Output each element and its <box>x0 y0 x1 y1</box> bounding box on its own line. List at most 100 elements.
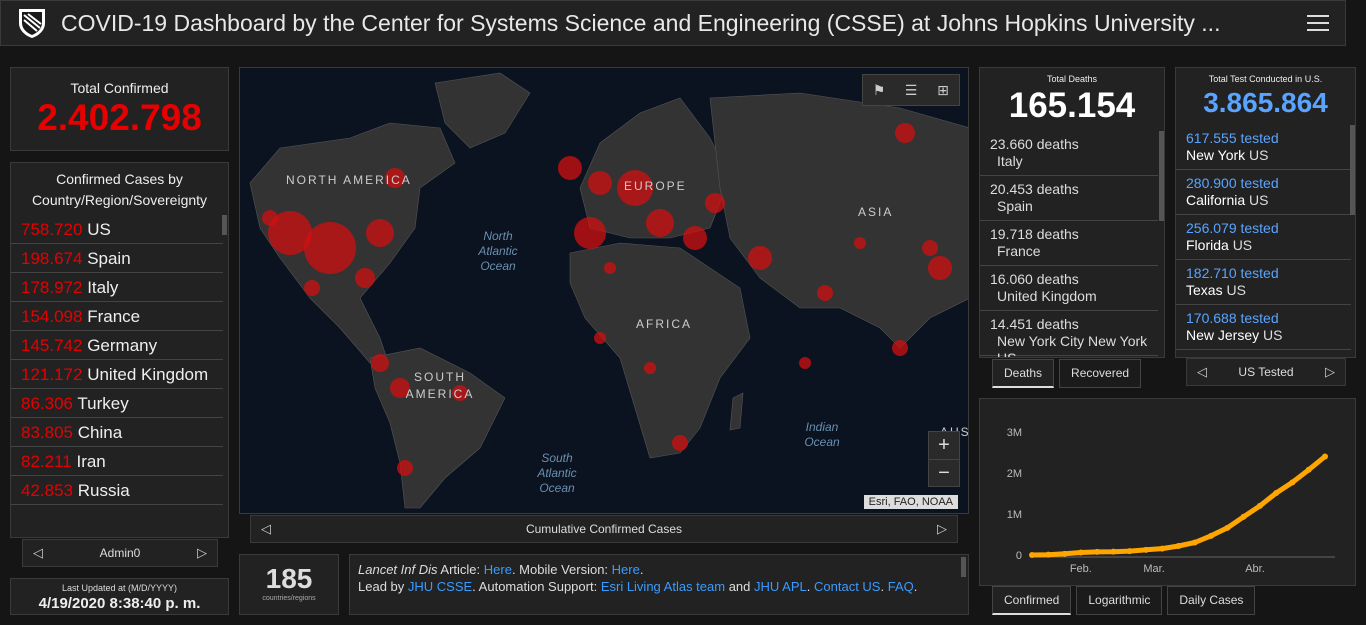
case-bubble <box>922 240 938 256</box>
label-north-atlantic-ocean: North Atlantic Ocean <box>478 229 518 273</box>
data-point <box>1126 548 1133 555</box>
bookmark-icon[interactable]: ⚑ <box>863 75 895 105</box>
death-location: France <box>997 243 1041 259</box>
legend-list-icon[interactable]: ☰ <box>895 75 927 105</box>
tests-list-item[interactable]: 280.900 tested California US <box>1176 170 1351 215</box>
death-count: 14.451 deaths <box>990 316 1079 332</box>
tested-country: US <box>1232 237 1253 253</box>
last-updated-value: 4/19/2020 8:38:40 p. m. <box>38 595 201 612</box>
zoom-out-button[interactable]: − <box>929 459 959 486</box>
tab-deaths[interactable]: Deaths <box>992 359 1055 388</box>
country-count-panel: 185 countries/regions <box>239 554 339 615</box>
country-list-item[interactable]: 145.742 Germany <box>11 331 223 360</box>
case-bubble <box>646 209 674 237</box>
country-list-item[interactable]: 83.805 China <box>11 418 223 447</box>
death-count: 20.453 deaths <box>990 181 1079 197</box>
tested-country: US <box>1263 327 1283 343</box>
series-line <box>1029 454 1328 558</box>
tested-count: 182.710 tested <box>1186 265 1279 281</box>
country-cases: 121.172 <box>21 365 83 384</box>
map-pager-prev-icon[interactable]: ◁ <box>251 521 281 537</box>
case-bubble <box>304 222 356 274</box>
country-list-item[interactable]: 82.211 Iran <box>11 447 223 476</box>
tested-count: 170.688 tested <box>1186 310 1279 326</box>
deaths-list-item[interactable]: 23.660 deaths Italy <box>980 131 1158 176</box>
tests-pager-next-icon[interactable]: ▷ <box>1315 364 1345 380</box>
tested-state: New York <box>1186 147 1246 163</box>
info-scrollbar[interactable] <box>961 557 966 577</box>
country-count-label: countries/regions <box>262 595 316 602</box>
contact-link[interactable]: Contact US <box>814 579 880 594</box>
country-list-item[interactable]: 758.720 US <box>11 215 223 244</box>
death-location: Spain <box>997 198 1033 214</box>
pager-prev-icon[interactable]: ◁ <box>23 545 53 561</box>
greenland-landmass <box>434 72 531 149</box>
zoom-in-button[interactable]: + <box>929 432 959 459</box>
case-bubble <box>574 217 606 249</box>
deaths-list-item[interactable]: 19.718 deaths France <box>980 221 1158 266</box>
country-name: Iran <box>76 452 106 471</box>
deaths-list-item[interactable]: 20.453 deaths Spain <box>980 176 1158 221</box>
jhu-shield-icon <box>19 9 45 38</box>
x-tick-label: Mar. <box>1143 563 1164 575</box>
world-map-canvas[interactable] <box>240 68 969 514</box>
tests-list-item[interactable]: 170.688 tested New Jersey US <box>1176 305 1351 350</box>
tests-list-item[interactable]: 182.710 tested Texas US <box>1176 260 1351 305</box>
last-updated-label: Last Updated at (M/D/YYYY) <box>61 583 178 593</box>
info-text: . <box>806 579 814 594</box>
data-point <box>1191 539 1198 546</box>
tested-country: US <box>1249 192 1269 208</box>
tab-logarithmic[interactable]: Logarithmic <box>1076 586 1163 615</box>
y-tick-label: 3M <box>1007 427 1022 439</box>
tab-recovered[interactable]: Recovered <box>1059 359 1142 388</box>
tab-daily-cases[interactable]: Daily Cases <box>1167 586 1256 615</box>
death-count: 16.060 deaths <box>990 271 1079 287</box>
country-cases: 758.720 <box>21 220 83 239</box>
data-point <box>1159 545 1166 552</box>
country-list-item[interactable]: 154.098 France <box>11 302 223 331</box>
country-cases: 42.853 <box>21 481 73 500</box>
pager-next-icon[interactable]: ▷ <box>187 545 217 561</box>
jhu-csse-link[interactable]: JHU CSSE <box>408 579 472 594</box>
faq-link[interactable]: FAQ <box>888 579 914 594</box>
map-pager-next-icon[interactable]: ▷ <box>927 521 957 537</box>
tests-list-item[interactable]: 617.555 tested New York US <box>1176 125 1351 170</box>
esri-team-link[interactable]: Esri Living Atlas team <box>601 579 725 594</box>
country-list-scrollbar[interactable] <box>222 215 227 235</box>
tab-confirmed[interactable]: Confirmed <box>992 586 1072 615</box>
death-location: United Kingdom <box>997 288 1097 304</box>
country-list-item[interactable]: 86.306 Turkey <box>11 389 223 418</box>
country-list-item[interactable]: 178.972 Italy <box>11 273 223 302</box>
country-list-item[interactable]: 198.674 Spain <box>11 244 223 273</box>
jhu-apl-link[interactable]: JHU APL <box>754 579 807 594</box>
label-north-america: NORTH AMERICA <box>286 173 412 187</box>
world-map[interactable]: NORTH AMERICA EUROPE ASIA AFRICA SOUTH A… <box>239 67 969 514</box>
confirmed-chart-panel: 0 1M 2M 3M Feb. Mar. Abr. <box>979 398 1356 586</box>
label-indian-ocean: Indian Ocean <box>804 420 840 449</box>
info-text: . <box>880 579 888 594</box>
tests-list-item[interactable]: 256.079 tested Florida US <box>1176 215 1351 260</box>
deaths-panel: Total Deaths 165.154 23.660 deaths Italy 2… <box>979 67 1165 358</box>
country-list-item[interactable]: 121.172 United Kingdom <box>11 360 223 389</box>
tests-list: 617.555 tested New York US 280.900 tested C… <box>1176 125 1351 350</box>
tests-pager: ◁ US Tested ▷ <box>1186 358 1346 386</box>
deaths-list-item[interactable]: 16.060 deaths United Kingdom <box>980 266 1158 311</box>
label-asia: ASIA <box>858 205 894 219</box>
data-point <box>1061 550 1068 557</box>
y-tick-label: 2M <box>1007 468 1022 480</box>
map-pager: ◁ Cumulative Confirmed Cases ▷ <box>250 515 958 543</box>
basemap-gallery-icon[interactable]: ⊞ <box>927 75 959 105</box>
hamburger-menu-icon[interactable] <box>1307 15 1329 31</box>
country-cases: 178.972 <box>21 278 83 297</box>
map-pager-label: Cumulative Confirmed Cases <box>525 522 683 536</box>
article-link[interactable]: Here <box>484 562 512 577</box>
label-africa: AFRICA <box>636 317 693 331</box>
mobile-version-link[interactable]: Here <box>612 562 640 577</box>
info-text: and <box>725 579 755 594</box>
tests-pager-prev-icon[interactable]: ◁ <box>1187 364 1217 380</box>
country-list-item[interactable]: 42.853 Russia <box>11 476 223 505</box>
tests-scrollbar[interactable] <box>1350 125 1355 215</box>
data-point <box>1273 490 1280 497</box>
deaths-list-item[interactable]: 14.451 deaths New York City New York US <box>980 311 1158 357</box>
deaths-scrollbar[interactable] <box>1159 131 1164 221</box>
